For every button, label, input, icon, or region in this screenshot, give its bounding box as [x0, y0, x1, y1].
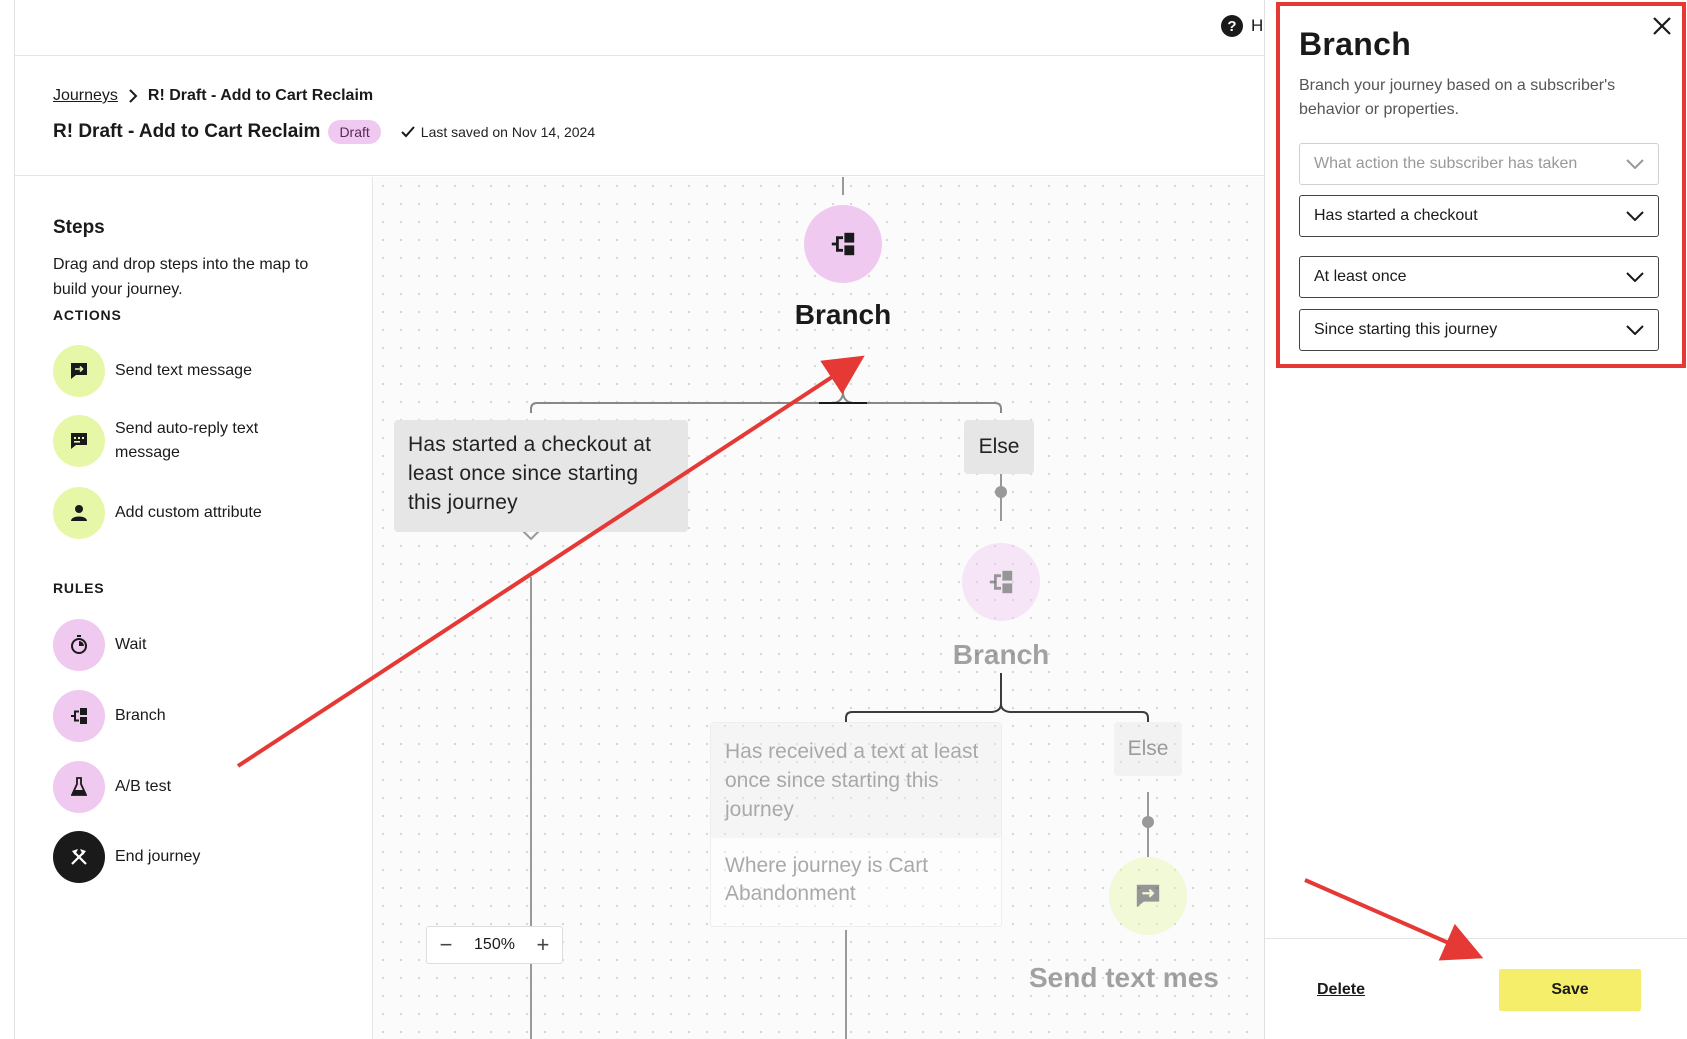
send-text-node[interactable]	[1109, 857, 1187, 935]
step-branch[interactable]: Branch	[53, 690, 295, 742]
check-icon	[401, 126, 415, 138]
branch-node-2[interactable]	[962, 543, 1040, 621]
sidebar-description: Drag and drop steps into the map to buil…	[53, 256, 309, 298]
journey-canvas[interactable]: Branch Has started a checkout at least o…	[374, 177, 1277, 1039]
delete-button[interactable]: Delete	[1317, 981, 1365, 999]
step-label: Send auto-reply text message	[115, 420, 259, 461]
step-label: Add custom attribute	[115, 504, 262, 521]
zoom-out-button[interactable]: −	[435, 932, 457, 958]
panel-description: Branch your journey based on a subscribe…	[1299, 77, 1616, 118]
save-status-text: Last saved on Nov 14, 2024	[420, 124, 596, 140]
sidebar-title: Steps	[53, 217, 105, 238]
step-label: Branch	[115, 707, 166, 724]
branch-node-2-title: Branch	[952, 639, 1050, 670]
message-icon	[53, 345, 105, 397]
timeframe-select[interactable]: Since starting this journey	[1299, 309, 1659, 351]
auto-reply-icon	[53, 415, 105, 467]
chevron-down-icon	[1626, 325, 1644, 335]
person-icon	[53, 487, 105, 539]
select-value: Has started a checkout	[1314, 207, 1478, 224]
chevron-down-icon	[1626, 272, 1644, 282]
rules-section-label: RULES	[53, 580, 105, 596]
end-icon	[53, 831, 105, 883]
title-row: R! Draft - Add to Cart Reclaim Draft Las…	[53, 120, 595, 144]
select-value: What action the subscriber has taken	[1314, 155, 1578, 172]
frequency-select[interactable]: At least once	[1299, 256, 1659, 298]
step-label: End journey	[115, 848, 201, 865]
event-select[interactable]: Has started a checkout	[1299, 195, 1659, 237]
condition-box-1[interactable]: Has started a checkout at least once sin…	[394, 420, 688, 532]
breadcrumb-current: R! Draft - Add to Cart Reclaim	[147, 87, 374, 104]
help-link[interactable]: ? H	[1221, 15, 1263, 37]
branch-node-1-title: Branch	[794, 299, 892, 330]
save-status: Last saved on Nov 14, 2024	[401, 124, 595, 140]
chevron-down-icon	[1626, 211, 1644, 221]
condition-card-2-event: Has received a text at least once since …	[711, 723, 1001, 838]
breadcrumb: Journeys R! Draft - Add to Cart Reclaim	[53, 87, 373, 105]
page-title: R! Draft - Add to Cart Reclaim	[53, 121, 321, 142]
else-box-2[interactable]: Else	[1114, 722, 1182, 776]
panel-footer: Delete Save	[1265, 938, 1687, 1039]
zoom-control: − 150% +	[426, 926, 563, 964]
step-add-custom-attribute[interactable]: Add custom attribute	[53, 487, 295, 539]
zoom-level: 150%	[474, 936, 515, 953]
step-send-auto-reply[interactable]: Send auto-reply text message	[53, 415, 295, 467]
step-ab-test[interactable]: A/B test	[53, 761, 295, 813]
help-label: H	[1251, 16, 1264, 35]
actions-section-label: ACTIONS	[53, 307, 122, 323]
branch-node-1[interactable]	[804, 205, 882, 283]
save-button[interactable]: Save	[1499, 969, 1641, 1011]
branch-icon	[53, 690, 105, 742]
step-label: A/B test	[115, 778, 172, 795]
help-icon: ?	[1221, 15, 1243, 37]
condition-card-2-property: Where journey is Cart Abandonment	[725, 854, 929, 905]
step-send-text-message[interactable]: Send text message	[53, 345, 295, 397]
status-badge: Draft	[328, 120, 381, 144]
branch-settings-panel: Branch Branch your journey based on a su…	[1264, 0, 1687, 1039]
panel-title: Branch	[1299, 26, 1412, 62]
step-wait[interactable]: Wait	[53, 619, 295, 671]
branch-icon	[831, 232, 855, 256]
step-end-journey[interactable]: End journey	[53, 831, 295, 883]
select-value: At least once	[1314, 268, 1407, 285]
steps-sidebar: Steps Drag and drop steps into the map t…	[15, 177, 373, 1039]
chevron-down-icon	[1626, 159, 1644, 169]
zoom-in-button[interactable]: +	[532, 932, 554, 958]
step-label: Send text message	[115, 362, 252, 379]
select-value: Since starting this journey	[1314, 321, 1498, 338]
else-box-1[interactable]: Else	[964, 420, 1034, 474]
flask-icon	[53, 761, 105, 813]
send-text-node-title: Send text mes	[1029, 962, 1219, 993]
chevron-right-icon	[129, 89, 138, 103]
condition-card-2[interactable]: Has received a text at least once since …	[710, 722, 1002, 927]
message-icon	[1136, 884, 1160, 908]
breadcrumb-journeys-link[interactable]: Journeys	[53, 87, 118, 105]
branch-icon	[989, 570, 1013, 594]
close-icon[interactable]	[1648, 12, 1676, 40]
timer-icon	[53, 619, 105, 671]
step-label: Wait	[115, 636, 147, 653]
action-type-select[interactable]: What action the subscriber has taken	[1299, 143, 1659, 185]
